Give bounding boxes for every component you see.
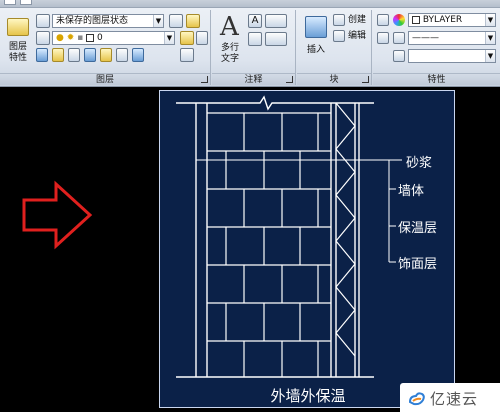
layer-tool-icon[interactable] (196, 31, 208, 45)
insert-label[interactable]: 插入 (301, 45, 331, 56)
chevron-down-icon[interactable]: ▼ (153, 15, 163, 27)
create-label[interactable]: 创建 (348, 14, 366, 26)
block-panel: 插入 创建 编辑 块 (297, 10, 372, 85)
chevron-down-icon[interactable]: ▼ (164, 32, 174, 44)
panel-launcher-icon[interactable] (362, 76, 369, 83)
layer-tool-icon[interactable] (186, 14, 200, 28)
insert-block-icon[interactable] (305, 16, 327, 38)
watermark-text: 亿速云 (430, 390, 479, 408)
layer-properties-icon[interactable] (7, 18, 29, 36)
layer-state-combo[interactable]: 未保存的图层状态 ▼ (52, 14, 164, 28)
red-arrow-icon (22, 180, 93, 250)
table-icon[interactable] (248, 32, 262, 46)
properties-panel: BYLAYER ▼ ——— ▼ ▼ 特性 (373, 10, 500, 85)
layer-properties-label[interactable]: 图层 特性 (2, 42, 34, 64)
lock-icon: ▪ (77, 33, 84, 43)
match-properties-icon[interactable] (377, 14, 389, 26)
break-line-top (176, 95, 374, 111)
layer-tool-icon[interactable] (52, 48, 64, 62)
callout-wall: 墙体 (398, 184, 425, 199)
panel-launcher-icon[interactable] (286, 76, 293, 83)
truss-zigzag (335, 102, 356, 357)
color-swatch-icon (412, 15, 420, 24)
layer-tool-icon[interactable] (100, 48, 112, 62)
mtext-icon[interactable]: A (220, 12, 239, 42)
layer-state-icon[interactable] (36, 14, 50, 28)
callout-finish: 饰面层 (398, 257, 438, 272)
chevron-down-icon[interactable]: ▼ (485, 32, 495, 44)
color-swatch-icon (86, 33, 95, 42)
chevron-down-icon[interactable]: ▼ (485, 14, 495, 26)
create-block-icon[interactable] (333, 14, 345, 26)
layer-state-value: 未保存的图层状态 (56, 16, 129, 26)
layer-tool-icon[interactable] (36, 48, 48, 62)
text-style-icon[interactable]: A (248, 14, 262, 28)
callout-leaders (196, 159, 402, 263)
color-value: BYLAYER (422, 15, 463, 25)
layer-combo[interactable]: ● ✹ ▪ 0 ▼ (52, 31, 175, 45)
layer-name-value: 0 (97, 33, 103, 43)
layer-tool-icon[interactable] (132, 48, 144, 62)
watermark: 亿速云 (400, 383, 500, 412)
layer-tool-icon[interactable] (180, 31, 194, 45)
annotation-panel-title[interactable]: 注释 (212, 73, 295, 85)
insulation-truss (335, 102, 356, 357)
properties-panel-title[interactable]: 特性 (373, 73, 500, 85)
layers-panel: 图层 特性 未保存的图层状态 ▼ ● ✹ ▪ 0 ▼ 图层 (0, 10, 211, 85)
leader-icon[interactable] (265, 32, 287, 46)
brick-courses (207, 112, 331, 377)
linetype-value: ——— (412, 33, 439, 43)
block-panel-title[interactable]: 块 (297, 73, 371, 85)
layer-tool-icon[interactable] (116, 48, 128, 62)
ribbon-tab-strip (0, 0, 500, 8)
dimension-icon[interactable] (265, 14, 287, 28)
list-icon[interactable] (377, 32, 389, 44)
layer-tool-icon[interactable] (180, 48, 194, 62)
lightbulb-icon: ● (56, 33, 64, 43)
mtext-label[interactable]: 多行 文字 (214, 43, 246, 65)
ribbon-tab[interactable] (4, 0, 16, 5)
chevron-down-icon[interactable]: ▼ (485, 50, 495, 62)
ribbon: 图层 特性 未保存的图层状态 ▼ ● ✹ ▪ 0 ▼ 图层 A 多行 文字 A … (0, 0, 500, 87)
panel-launcher-icon[interactable] (201, 76, 208, 83)
cloud-logo-icon (408, 392, 425, 406)
layer-tool-icon[interactable] (68, 48, 80, 62)
layer-tool-icon[interactable] (169, 14, 183, 28)
annotation-panel: A 多行 文字 A 注释 (212, 10, 296, 85)
lineweight-combo[interactable]: ▼ (408, 49, 496, 63)
drawing-viewport[interactable]: 砂浆 墙体 保温层 饰面层 外墙外保温 (159, 90, 455, 408)
wall-section-drawing (176, 95, 402, 378)
callout-mortar: 砂浆 (406, 156, 433, 171)
linetype-icon[interactable] (393, 32, 405, 44)
color-wheel-icon[interactable] (393, 14, 405, 26)
lineweight-icon[interactable] (393, 50, 405, 62)
color-combo[interactable]: BYLAYER ▼ (408, 13, 496, 27)
layers-panel-title[interactable]: 图层 (0, 73, 210, 85)
ribbon-tab[interactable] (20, 0, 32, 5)
edit-label[interactable]: 编辑 (348, 30, 366, 42)
linetype-combo[interactable]: ——— ▼ (408, 31, 496, 45)
layer-tool-icon[interactable] (84, 48, 96, 62)
sun-icon: ✹ (66, 33, 75, 43)
edit-block-icon[interactable] (333, 30, 345, 42)
layer-lock-icon[interactable] (36, 31, 50, 45)
callout-insulation: 保温层 (398, 221, 438, 236)
